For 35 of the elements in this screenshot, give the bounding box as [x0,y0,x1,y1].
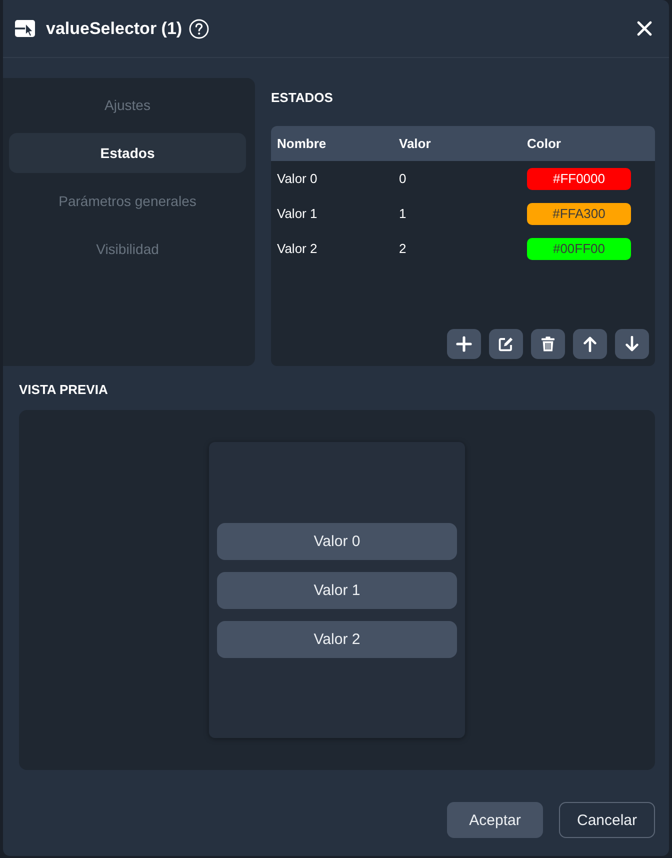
plus-icon [456,336,472,352]
help-icon [189,18,210,38]
cancel-button[interactable]: Cancelar [559,802,655,838]
color-tag: #FFA300 [527,202,631,224]
add-button[interactable] [447,329,481,359]
cursor-panel-icon [15,20,35,37]
value-option-button[interactable]: Valor 1 [217,572,457,608]
column-header: Nombre [277,136,326,151]
value-option-button[interactable]: Valor 0 [217,522,457,560]
color-tag: #FF0000 [527,168,631,190]
close-button[interactable] [637,21,652,36]
value-option-button[interactable]: Valor 2 [217,620,457,658]
close-icon [637,21,652,36]
column-header: Valor [399,136,431,151]
arrow-up-icon [582,336,598,352]
section-heading: VISTA PREVIA [19,381,109,399]
sidebar-tab[interactable]: Estados [9,133,246,173]
section-heading: ESTADOS [271,89,334,107]
table-cell: 0 [399,171,406,186]
table-cell: 2 [399,241,406,256]
window-title: valueSelector (1) [46,18,182,38]
pencil-square-icon [498,336,514,352]
delete-button[interactable] [531,329,565,359]
table-cell: Valor 1 [277,206,318,221]
column-header: Color [527,136,561,151]
arrow-down-icon [624,336,640,352]
trash-icon [540,336,556,352]
move-down-button[interactable] [615,329,649,359]
edit-button[interactable] [489,329,523,359]
color-tag: #00FF00 [527,238,631,260]
accept-button[interactable]: Aceptar [447,802,543,838]
table-cell: 1 [399,206,406,221]
move-up-button[interactable] [573,329,607,359]
table-cell: Valor 2 [277,241,318,256]
table-cell: Valor 0 [277,171,318,186]
